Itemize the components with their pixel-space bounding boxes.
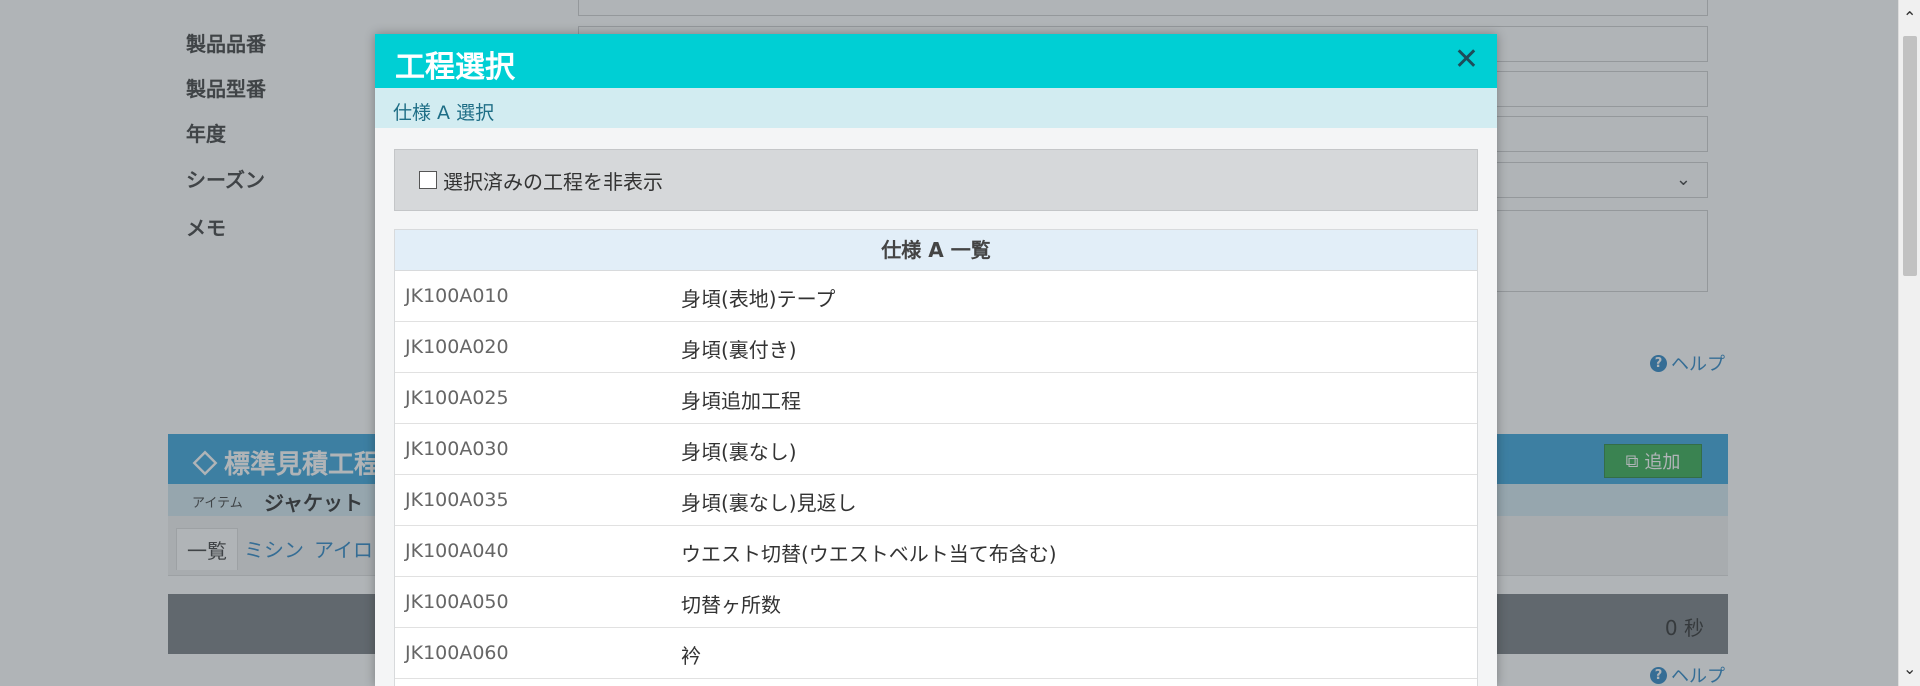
list-row[interactable]: JK100A030 身頃(裏なし) — [395, 424, 1477, 475]
list-row[interactable]: JK100A035 身頃(裏なし)見返し — [395, 475, 1477, 526]
process-name: 身頃(裏なし) — [681, 440, 797, 464]
list-row[interactable]: JK100A040 ウエスト切替(ウエストベルト当て布含む) — [395, 526, 1477, 577]
list-row[interactable]: JK100A020 身頃(裏付き) — [395, 322, 1477, 373]
hide-selected-label[interactable]: 選択済みの工程を非表示 — [443, 166, 663, 195]
process-name: 衿 — [681, 644, 701, 668]
process-code: JK100A040 — [405, 540, 509, 562]
modal-title: 工程選択 — [395, 50, 515, 85]
process-name: 身頃追加工程 — [681, 389, 801, 413]
process-name: ウエスト切替(ウエストベルト当て布含む) — [681, 542, 1057, 566]
filter-panel: 選択済みの工程を非表示 — [394, 149, 1478, 211]
process-select-modal: 工程選択 ✕ 仕様 A 選択 選択済みの工程を非表示 仕様 A 一覧 JK100… — [375, 34, 1497, 686]
list-header: 仕様 A 一覧 — [395, 230, 1477, 271]
page-scrollbar[interactable]: ⌃ ⌄ — [1898, 0, 1920, 686]
process-code: JK100A020 — [405, 336, 509, 358]
process-name: 身頃(裏付き) — [681, 338, 797, 362]
list-row[interactable]: JK100A010 身頃(表地)テープ — [395, 271, 1477, 322]
list-row[interactable]: JK100A050 切替ヶ所数 — [395, 577, 1477, 628]
modal-subtitle: 仕様 A 選択 — [393, 102, 495, 124]
modal-subheader: 仕様 A 選択 — [375, 88, 1497, 128]
process-code: JK100A060 — [405, 642, 509, 664]
close-icon[interactable]: ✕ — [1454, 42, 1479, 77]
scroll-up-icon[interactable]: ⌃ — [1903, 8, 1916, 27]
process-name: 切替ヶ所数 — [681, 593, 781, 617]
scroll-down-icon[interactable]: ⌄ — [1903, 659, 1916, 678]
scroll-thumb[interactable] — [1903, 36, 1917, 276]
process-code: JK100A010 — [405, 285, 509, 307]
list-row[interactable]: JK100A060 衿 — [395, 628, 1477, 679]
hide-selected-checkbox[interactable] — [419, 171, 437, 189]
process-code: JK100A030 — [405, 438, 509, 460]
process-code: JK100A025 — [405, 387, 509, 409]
process-name: 身頃(表地)テープ — [681, 287, 836, 311]
process-name: 身頃(裏なし)見返し — [681, 491, 857, 515]
modal-header: 工程選択 ✕ — [375, 34, 1497, 88]
process-code: JK100A050 — [405, 591, 509, 613]
spec-a-list: 仕様 A 一覧 JK100A010 身頃(表地)テープ JK100A020 身頃… — [394, 229, 1478, 686]
process-code: JK100A035 — [405, 489, 509, 511]
list-row[interactable]: JK100A025 身頃追加工程 — [395, 373, 1477, 424]
